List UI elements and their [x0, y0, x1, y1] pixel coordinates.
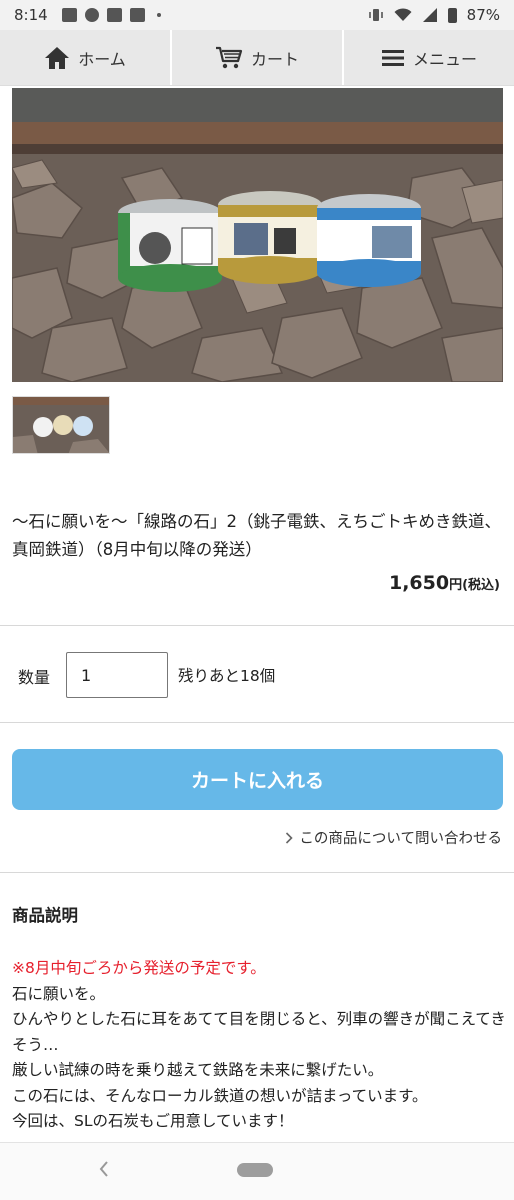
status-bar: 8:14 87%: [0, 0, 514, 30]
top-nav: ホーム カート メニュー: [0, 30, 514, 86]
dot-icon: [156, 13, 161, 17]
wifi-icon: [394, 8, 412, 21]
product-photo: [12, 88, 503, 382]
quantity-input[interactable]: [66, 652, 168, 698]
nav-cart[interactable]: カート: [172, 30, 344, 85]
product-main-image: [12, 88, 503, 382]
description-line: 厳しい試練の時を乗り越えて鉄路を未来に繋げたい。: [12, 1061, 384, 1079]
nav-menu-label: メニュー: [412, 49, 477, 69]
inquiry-link[interactable]: この商品について問い合わせる: [285, 827, 502, 848]
divider: [0, 722, 514, 723]
description-line: 今回は、SLの石炭もご用意しています！: [12, 1112, 294, 1130]
product-price: 1,650円(税込): [389, 572, 500, 594]
nav-menu[interactable]: メニュー: [344, 30, 514, 85]
price-unit: 円: [449, 578, 463, 593]
product-title: 〜石に願いを〜「線路の石」2（銚子電鉄、えちごトキめき鉄道、真岡鉄道）（8月中旬…: [12, 512, 501, 559]
description-body: ※8月中旬ごろから発送の予定です。 石に願いを。 ひんやりとした石に耳をあてて目…: [12, 956, 507, 1135]
inquiry-link-label: この商品について問い合わせる: [299, 831, 502, 847]
status-time: 8:14: [14, 6, 48, 24]
tax-note: (税込): [462, 578, 500, 593]
shipping-notice: ※8月中旬ごろから発送の予定です。: [12, 959, 266, 977]
home-icon: [45, 46, 70, 69]
thumbnail-photo: [13, 397, 109, 453]
nav-home-label: ホーム: [78, 49, 126, 69]
divider: [0, 625, 514, 626]
cart-icon: [215, 46, 243, 68]
vibrate-icon: [368, 9, 383, 21]
home-pill-icon[interactable]: [237, 1163, 273, 1177]
add-to-cart-button[interactable]: カートに入れる: [12, 749, 503, 810]
youtube-icon: [106, 8, 122, 22]
stock-remaining: 残りあと18個: [178, 667, 276, 685]
battery-icon: [447, 7, 457, 23]
signal-icon: [422, 8, 437, 22]
battery-level: 87%: [466, 6, 500, 24]
description-heading: 商品説明: [12, 906, 78, 925]
nav-home[interactable]: ホーム: [0, 30, 172, 85]
menu-icon: [381, 49, 404, 66]
pokeball-icon: [84, 8, 99, 22]
chevron-right-icon: [286, 831, 294, 844]
description-line: この石には、そんなローカル鉄道の想いが詰まっています。: [12, 1086, 428, 1105]
price-amount: 1,650: [388, 572, 450, 594]
product-thumbnail[interactable]: [12, 396, 110, 454]
nav-cart-label: カート: [250, 49, 299, 69]
divider: [0, 872, 514, 873]
quantity-label: 数量: [18, 668, 51, 687]
image-icon: [61, 8, 77, 22]
back-icon[interactable]: [98, 1160, 110, 1178]
description-line: ひんやりとした石に耳をあてて目を閉じると、列車の響きが聞こえてきそう…: [12, 1010, 506, 1054]
cat-icon: [129, 8, 145, 22]
description-line: 石に願いを。: [12, 984, 106, 1003]
